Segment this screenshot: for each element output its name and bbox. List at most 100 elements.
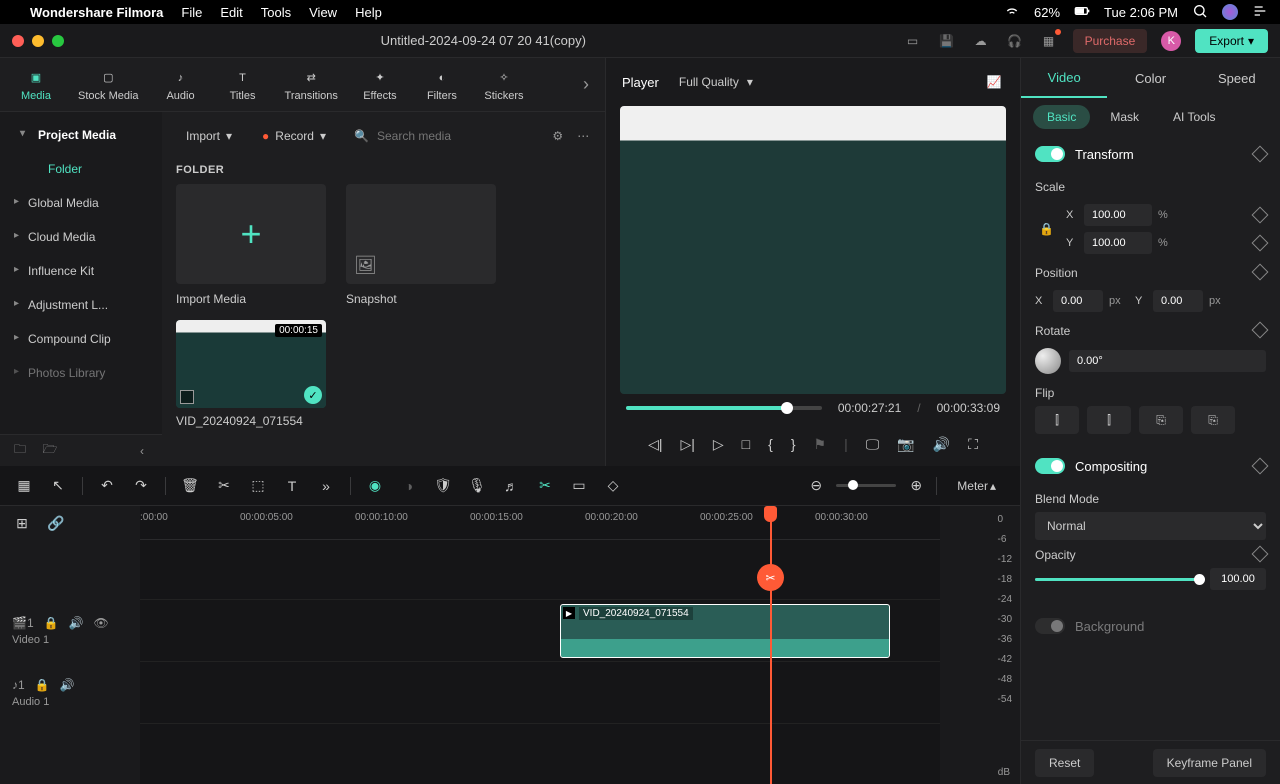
marker-icon[interactable]: ⚑ <box>814 436 827 453</box>
sidebar-folder[interactable]: Folder <box>0 152 162 186</box>
mark-in-icon[interactable]: { <box>768 436 773 452</box>
import-dropdown[interactable]: Import▾ <box>176 125 242 147</box>
mute-icon[interactable]: 🔊 <box>60 678 75 692</box>
menu-help[interactable]: Help <box>355 5 382 20</box>
keyframe-panel-button[interactable]: Keyframe Panel <box>1153 749 1266 777</box>
record-dropdown[interactable]: ●Record▾ <box>252 125 336 147</box>
tl-adjust-icon[interactable]: ▭ <box>569 477 589 494</box>
subtab-mask[interactable]: Mask <box>1096 105 1153 129</box>
tl-crop-icon[interactable]: ⬚ <box>248 477 268 494</box>
search-input[interactable] <box>377 129 532 143</box>
blend-mode-select[interactable]: Normal <box>1035 512 1266 540</box>
opacity-keyframe-icon[interactable] <box>1252 546 1269 563</box>
flip-horizontal-button[interactable]: ⫿ <box>1035 406 1079 434</box>
tab-transitions[interactable]: ⇄Transitions <box>277 64 346 106</box>
meter-toggle[interactable]: Meter▴ <box>947 479 1006 493</box>
rotate-keyframe-icon[interactable] <box>1252 322 1269 339</box>
inspector-tab-speed[interactable]: Speed <box>1194 58 1280 98</box>
position-y-input[interactable] <box>1153 290 1203 312</box>
collapse-sidebar-icon[interactable]: ‹ <box>132 441 152 461</box>
siri-icon[interactable] <box>1222 4 1238 20</box>
timeline-clip[interactable]: ▶ VID_20240924_071554 <box>560 604 890 658</box>
audio-track-header[interactable]: ♪1🔒🔊 Audio 1 <box>0 662 140 724</box>
snapshot-tile[interactable]: 🖼 <box>346 184 496 284</box>
tl-undo-icon[interactable]: ↶ <box>97 477 117 494</box>
tl-add-track-icon[interactable]: ⊞ <box>12 515 32 532</box>
tab-stickers[interactable]: ✧Stickers <box>476 64 532 106</box>
fullscreen-icon[interactable]: ⛶ <box>968 436 978 453</box>
tl-redo-icon[interactable]: ↷ <box>131 477 151 494</box>
menu-tools[interactable]: Tools <box>261 5 291 20</box>
clock[interactable]: Tue 2:06 PM <box>1104 5 1178 20</box>
scale-y-keyframe-icon[interactable] <box>1252 235 1269 252</box>
tab-media[interactable]: ▣Media <box>8 64 64 106</box>
transform-keyframe-icon[interactable] <box>1252 146 1269 163</box>
background-toggle[interactable] <box>1035 618 1065 634</box>
opacity-value[interactable]: 100.00 <box>1210 568 1266 590</box>
traffic-lights[interactable] <box>12 35 64 47</box>
sidebar-adjustment-layer[interactable]: Adjustment L... <box>0 288 162 322</box>
subtab-basic[interactable]: Basic <box>1033 105 1090 129</box>
tab-stock-media[interactable]: ▢Stock Media <box>70 64 147 106</box>
tl-grid-icon[interactable]: ▦ <box>14 477 34 494</box>
tl-ai-icon[interactable]: ◉ <box>365 477 385 494</box>
tab-audio[interactable]: ♪Audio <box>153 64 209 106</box>
snapshot-icon[interactable]: 📷 <box>897 436 914 453</box>
flip-copy1-button[interactable]: ⎘ <box>1139 406 1183 434</box>
compositing-toggle[interactable] <box>1035 458 1065 474</box>
zoom-slider[interactable] <box>836 484 896 487</box>
control-center-icon[interactable] <box>1252 3 1268 22</box>
tab-titles[interactable]: TTitles <box>215 64 271 106</box>
sidebar-global-media[interactable]: Global Media <box>0 186 162 220</box>
folder-icon[interactable]: 🗁 <box>40 441 60 461</box>
position-keyframe-icon[interactable] <box>1252 264 1269 281</box>
spotlight-icon[interactable] <box>1192 3 1208 22</box>
compositing-keyframe-icon[interactable] <box>1252 458 1269 475</box>
mute-icon[interactable]: 🔊 <box>69 616 84 630</box>
playhead-cut-icon[interactable]: ✂ <box>757 564 784 591</box>
tl-pointer-icon[interactable]: ↖ <box>48 477 68 494</box>
apps-icon[interactable]: ▦ <box>1039 31 1059 51</box>
tabs-more-icon[interactable]: › <box>575 74 597 95</box>
more-icon[interactable]: ⋯ <box>575 126 591 146</box>
reset-button[interactable]: Reset <box>1035 749 1094 777</box>
tl-more-icon[interactable]: » <box>316 478 336 494</box>
waveform-icon[interactable]: 📈 <box>984 72 1004 92</box>
quality-dropdown[interactable]: Full Quality▾ <box>679 75 753 89</box>
tl-mic-icon[interactable]: 🎙 <box>467 477 487 494</box>
sidebar-photos-library[interactable]: Photos Library <box>0 356 162 390</box>
timeline-ruler[interactable]: :00:00 00:00:05:00 00:00:10:00 00:00:15:… <box>140 506 940 540</box>
menu-view[interactable]: View <box>309 5 337 20</box>
tl-shield-icon[interactable]: 🛡 <box>433 477 453 494</box>
flip-vertical-button[interactable]: ⫿ <box>1087 406 1131 434</box>
media-clip-thumbnail[interactable]: 00:00:15 ✓ <box>176 320 326 408</box>
purchase-button[interactable]: Purchase <box>1073 29 1148 53</box>
video-preview[interactable] <box>620 106 1006 394</box>
headphones-icon[interactable]: 🎧 <box>1005 31 1025 51</box>
sidebar-project-media[interactable]: Project Media <box>0 118 162 152</box>
tl-keyframe-icon[interactable]: ◇ <box>603 477 623 494</box>
clip-select-icon[interactable] <box>180 390 194 404</box>
sidebar-influence-kit[interactable]: Influence Kit <box>0 254 162 288</box>
cloud-icon[interactable]: ☁ <box>971 31 991 51</box>
tl-split-icon[interactable]: ✂ <box>535 477 555 494</box>
visibility-icon[interactable]: 👁 <box>94 616 109 630</box>
battery-icon[interactable] <box>1074 3 1090 22</box>
zoom-in-icon[interactable]: ⊕ <box>906 477 926 494</box>
scale-y-input[interactable] <box>1084 232 1152 254</box>
stop-icon[interactable]: □ <box>742 436 750 452</box>
transform-toggle[interactable] <box>1035 146 1065 162</box>
opacity-slider[interactable] <box>1035 578 1200 581</box>
volume-icon[interactable]: 🔊 <box>933 436 950 453</box>
playhead[interactable]: ✂ <box>770 506 772 784</box>
wifi-icon[interactable] <box>1004 3 1020 22</box>
tl-music-icon[interactable]: ♬ <box>501 478 521 494</box>
tl-link-icon[interactable]: 🔗 <box>46 515 66 532</box>
device-icon[interactable]: ▭ <box>903 31 923 51</box>
save-icon[interactable]: 💾 <box>937 31 957 51</box>
tab-filters[interactable]: ◐Filters <box>414 64 470 106</box>
sidebar-cloud-media[interactable]: Cloud Media <box>0 220 162 254</box>
menu-edit[interactable]: Edit <box>220 5 242 20</box>
tl-cut-icon[interactable]: ✂ <box>214 477 234 494</box>
new-folder-icon[interactable]: 🗀 <box>10 441 30 461</box>
